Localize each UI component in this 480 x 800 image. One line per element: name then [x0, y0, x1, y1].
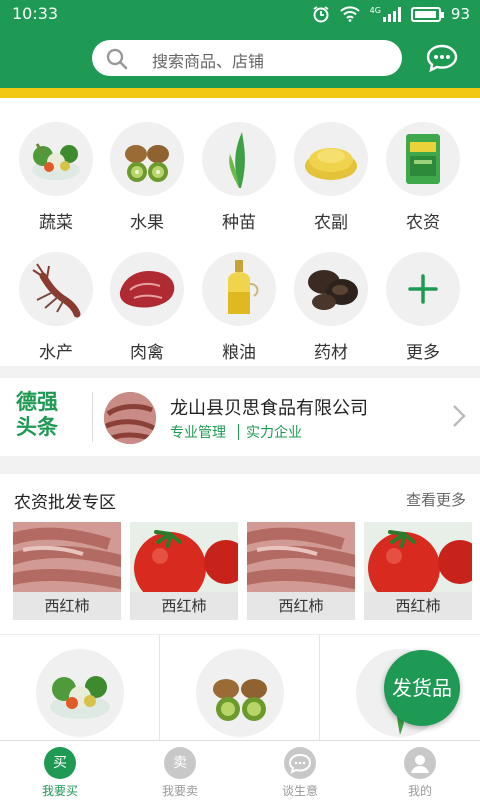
network-type: 4G — [369, 5, 381, 15]
logo-line-2: 头条 — [16, 415, 58, 439]
sweet-potato-image — [247, 522, 355, 592]
kiwi-fruit-icon — [110, 122, 184, 196]
category-more[interactable]: 更多 — [377, 252, 469, 372]
category-aquatic[interactable]: 水产 — [10, 252, 102, 372]
product-name: 西红柿 — [130, 592, 238, 620]
headline-news-strip[interactable]: 德强 头条 龙山县贝思食品有限公司 专业管理 实力企业 — [0, 378, 480, 456]
post-goods-button[interactable]: 发货品 — [384, 650, 460, 726]
product-card[interactable]: 西红柿 — [247, 522, 355, 622]
vegetables-image — [36, 649, 124, 737]
category-meat[interactable]: 肉禽 — [101, 252, 193, 372]
category-grid: 蔬菜 水果 种苗 农副 农资 水产 肉禽 粮油 药材 更多 — [0, 98, 480, 366]
category-label: 农副 — [314, 213, 348, 233]
product-card[interactable]: 西红柿 — [13, 522, 121, 622]
headline-logo: 德强 头条 — [16, 390, 82, 444]
category-label: 肉禽 — [130, 343, 164, 363]
lobster-icon — [19, 252, 93, 326]
category-vegetables[interactable]: 蔬菜 — [10, 122, 102, 242]
battery-level: 93 — [450, 5, 470, 23]
seedling-icon — [202, 122, 276, 196]
oil-bottle-icon — [202, 252, 276, 326]
bottom-tab-bar: 买 我要买 卖 我要卖 谈生意 我的 — [0, 740, 480, 800]
wholesale-section: 农资批发专区 查看更多 西红柿 西红柿 西红柿 西红柿 — [0, 474, 480, 634]
tab-business-chat[interactable]: 谈生意 — [260, 747, 340, 799]
category-label: 药材 — [314, 343, 348, 363]
category-grain-oil[interactable]: 粮油 — [193, 252, 285, 372]
category-farm-products[interactable]: 农副 — [285, 122, 377, 242]
tomato-image — [130, 522, 238, 592]
search-icon — [106, 48, 128, 70]
company-thumbnail — [104, 392, 156, 444]
sell-icon: 卖 — [164, 747, 196, 779]
category-label: 粮油 — [222, 343, 256, 363]
featured-product-card[interactable] — [0, 635, 160, 741]
message-icon[interactable] — [426, 44, 458, 72]
company-tag: 专业管理 — [170, 425, 226, 441]
status-time: 10:33 — [12, 4, 59, 23]
buy-icon: 买 — [44, 747, 76, 779]
category-label: 水产 — [39, 343, 73, 363]
featured-product-card[interactable] — [160, 635, 320, 741]
fertilizer-bag-icon — [386, 122, 460, 196]
category-fruit[interactable]: 水果 — [101, 122, 193, 242]
battery-icon — [410, 6, 444, 22]
category-label: 农资 — [406, 213, 440, 233]
wifi-icon — [339, 6, 360, 22]
category-label: 更多 — [406, 343, 440, 363]
tab-label: 我要卖 — [161, 784, 198, 798]
tab-label: 我要买 — [41, 784, 78, 798]
category-herbs[interactable]: 药材 — [285, 252, 377, 372]
product-name: 西红柿 — [247, 592, 355, 620]
logo-line-1: 德强 — [16, 390, 58, 414]
chevron-right-icon — [453, 405, 466, 427]
category-label: 水果 — [130, 213, 164, 233]
search-bar[interactable]: 搜索商品、店铺 — [92, 40, 402, 76]
plus-icon — [386, 252, 460, 326]
mushroom-icon — [294, 252, 368, 326]
cellular-signal-icon: 4G — [369, 5, 401, 22]
product-card[interactable]: 西红柿 — [364, 522, 472, 622]
view-more-link[interactable]: 查看更多 — [406, 489, 466, 510]
sweet-potato-image — [13, 522, 121, 592]
divider — [92, 392, 93, 442]
tomato-image — [364, 522, 472, 592]
status-bar: 10:33 4G 93 — [0, 0, 480, 28]
steak-icon — [110, 252, 184, 326]
tab-profile[interactable]: 我的 — [380, 747, 460, 799]
status-icons: 4G 93 — [312, 5, 470, 23]
product-name: 西红柿 — [13, 592, 121, 620]
product-card[interactable]: 西红柿 — [130, 522, 238, 622]
app-header: 搜索商品、店铺 — [0, 28, 480, 88]
category-label: 蔬菜 — [39, 213, 73, 233]
search-placeholder: 搜索商品、店铺 — [152, 52, 265, 71]
chat-bubble-icon — [284, 747, 316, 779]
company-tag: 实力企业 — [246, 425, 302, 441]
tab-buy[interactable]: 买 我要买 — [20, 747, 100, 799]
tag-divider — [238, 424, 239, 440]
category-label: 种苗 — [222, 213, 256, 233]
vegetables-icon — [19, 122, 93, 196]
alarm-icon — [313, 6, 329, 23]
kiwi-fruit-image — [196, 649, 284, 737]
header-accent-stripe — [0, 88, 480, 98]
section-title: 农资批发专区 — [14, 493, 116, 513]
company-name: 龙山县贝思食品有限公司 — [170, 398, 368, 419]
user-icon — [404, 747, 436, 779]
category-seedlings[interactable]: 种苗 — [193, 122, 285, 242]
product-name: 西红柿 — [364, 592, 472, 620]
tab-label: 我的 — [407, 784, 432, 798]
tab-sell[interactable]: 卖 我要卖 — [140, 747, 220, 799]
category-agri-supplies[interactable]: 农资 — [377, 122, 469, 242]
millet-icon — [294, 122, 368, 196]
tab-label: 谈生意 — [281, 784, 318, 798]
